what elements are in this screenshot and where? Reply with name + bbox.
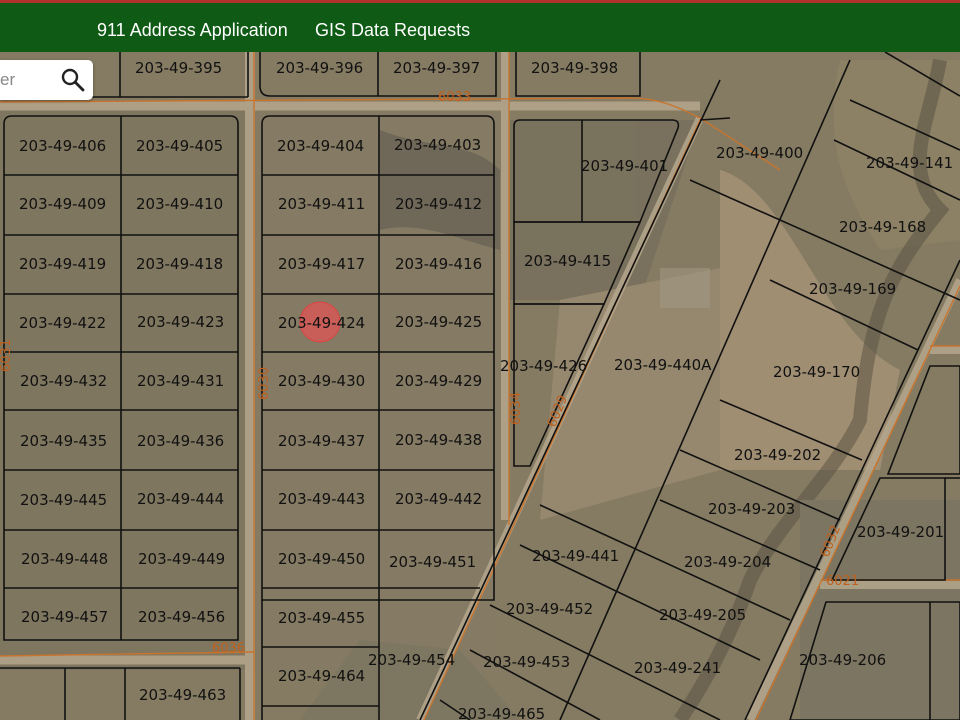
parcel-label: 203-49-425 [395, 313, 482, 331]
search-box [0, 60, 93, 100]
parcel-label: 203-49-412 [395, 195, 482, 213]
parcel-label: 203-49-241 [634, 659, 721, 677]
parcel-label: 203-49-418 [136, 255, 223, 273]
parcel-label: 203-49-168 [839, 218, 926, 236]
parcel-label: 203-49-206 [799, 651, 886, 669]
parcel-label: 203-49-442 [395, 490, 482, 508]
parcel-label: 203-49-455 [278, 609, 365, 627]
parcel-label: 203-49-422 [19, 314, 106, 332]
parcel-label: 203-49-438 [395, 431, 482, 449]
parcel-label: 203-49-398 [531, 59, 618, 77]
parcel-label: 203-49-205 [659, 606, 746, 624]
parcel-label: 203-49-441 [532, 547, 619, 565]
parcel-label: 203-49-444 [137, 490, 224, 508]
parcel-label: 203-49-403 [394, 136, 481, 154]
parcel-label: 203-49-456 [138, 608, 225, 626]
parcel-label: 203-49-429 [395, 372, 482, 390]
parcel-label: 203-49-437 [278, 432, 365, 450]
parcel-label: 203-49-431 [137, 372, 224, 390]
road-label: 6034 [509, 392, 524, 425]
parcel-label: 203-49-452 [506, 600, 593, 618]
parcel-label: 203-49-463 [139, 686, 226, 704]
parcel-label: 203-49-405 [136, 137, 223, 155]
parcel-label: 203-49-141 [866, 154, 953, 172]
nav-gis-data-requests[interactable]: GIS Data Requests [315, 3, 470, 52]
parcel-label: 203-49-169 [809, 280, 896, 298]
parcel-label: 203-49-448 [21, 550, 108, 568]
road-label: 6031 [0, 339, 14, 372]
parcel-label: 203-49-443 [278, 490, 365, 508]
parcel-label: 203-49-411 [278, 195, 365, 213]
parcel-label: 203-49-404 [277, 137, 364, 155]
parcel-label: 203-49-426 [500, 357, 587, 375]
parcel-label: 203-49-423 [137, 313, 224, 331]
parcel-map[interactable]: 6033 6036 6031 6030 6034 6029 6021 6032 … [0, 52, 960, 720]
parcel-label: 203-49-445 [20, 491, 107, 509]
parcel-label: 203-49-202 [734, 446, 821, 464]
parcel-label: 203-49-430 [278, 372, 365, 390]
search-icon[interactable] [58, 66, 88, 94]
parcel-label: 203-49-419 [19, 255, 106, 273]
parcel-label: 203-49-435 [20, 432, 107, 450]
top-navigation-bar: 911 Address Application GIS Data Request… [0, 0, 960, 52]
road-label: 6021 [826, 574, 859, 589]
parcel-label: 203-49-457 [21, 608, 108, 626]
parcel-label: 203-49-396 [276, 59, 363, 77]
parcel-label: 203-49-201 [857, 523, 944, 541]
parcel-label: 203-49-415 [524, 252, 611, 270]
parcel-label: 203-49-424 [278, 314, 365, 332]
parcel-label: 203-49-406 [19, 137, 106, 155]
parcel-label: 203-49-170 [773, 363, 860, 381]
parcel-label: 203-49-451 [389, 553, 476, 571]
search-input[interactable] [0, 60, 52, 100]
parcel-label: 203-49-417 [278, 255, 365, 273]
parcel-label: 203-49-450 [278, 550, 365, 568]
parcel-label: 203-49-401 [581, 157, 668, 175]
road-label: 6030 [257, 367, 272, 400]
parcel-label: 203-49-203 [708, 500, 795, 518]
parcel-label: 203-49-449 [138, 550, 225, 568]
parcel-label: 203-49-400 [716, 144, 803, 162]
parcel-label: 203-49-436 [137, 432, 224, 450]
parcel-label: 203-49-453 [483, 653, 570, 671]
road-label: 6036 [212, 641, 245, 656]
parcel-label: 203-49-416 [395, 255, 482, 273]
parcel-label: 203-49-397 [393, 59, 480, 77]
parcel-label: 203-49-204 [684, 553, 771, 571]
road-label: 6033 [438, 90, 471, 105]
parcel-label: 203-49-432 [20, 372, 107, 390]
parcel-label: 203-49-410 [136, 195, 223, 213]
map-canvas[interactable]: 6033 6036 6031 6030 6034 6029 6021 6032 … [0, 52, 960, 720]
parcel-label: 203-49-409 [19, 195, 106, 213]
parcel-label: 203-49-395 [135, 59, 222, 77]
parcel-label: 203-49-454 [368, 651, 455, 669]
parcel-label: 203-49-465 [458, 705, 545, 720]
nav-911-address-application[interactable]: 911 Address Application [97, 3, 288, 52]
parcel-label: 203-49-464 [278, 667, 365, 685]
parcel-label: 203-49-440A [614, 356, 712, 374]
